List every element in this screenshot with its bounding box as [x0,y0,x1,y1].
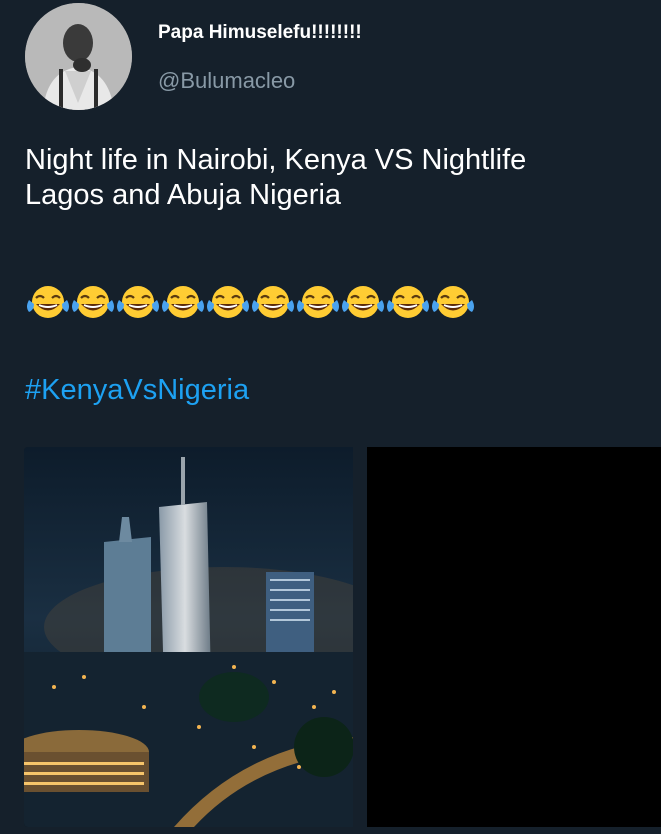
tweet-text-line-1: Night life in Nairobi, Kenya VS Nightlif… [25,144,527,176]
profile-photo-icon [25,3,132,110]
nairobi-skyline-image [24,447,353,827]
emoji-row [26,283,476,321]
tears-of-joy-emoji-icon [72,286,114,318]
hashtag-link[interactable]: #KenyaVsNigeria [25,374,249,407]
tears-of-joy-emoji-icon [387,286,429,318]
tears-of-joy-emoji-icon [117,286,159,318]
tweet-media-image-1[interactable] [24,447,353,827]
tweet-text: Night life in Nairobi, Kenya VS Nightlif… [25,143,526,213]
display-name[interactable]: Papa Himuselefu!!!!!!!! [158,22,362,44]
tears-of-joy-emoji-icon [27,286,69,318]
tweet-media-image-2[interactable] [367,447,661,827]
tears-of-joy-emoji-icon [162,286,204,318]
avatar[interactable] [25,3,132,110]
tears-of-joy-emoji-icon [252,286,294,318]
tears-of-joy-emoji-icon [207,286,249,318]
tears-of-joy-emoji-icon [342,286,384,318]
tears-of-joy-emoji-icon [297,286,339,318]
tweet-text-line-2: Lagos and Abuja Nigeria [25,178,342,211]
tears-of-joy-emoji-icon [432,286,474,318]
user-handle[interactable]: @Bulumacleo [158,68,295,94]
